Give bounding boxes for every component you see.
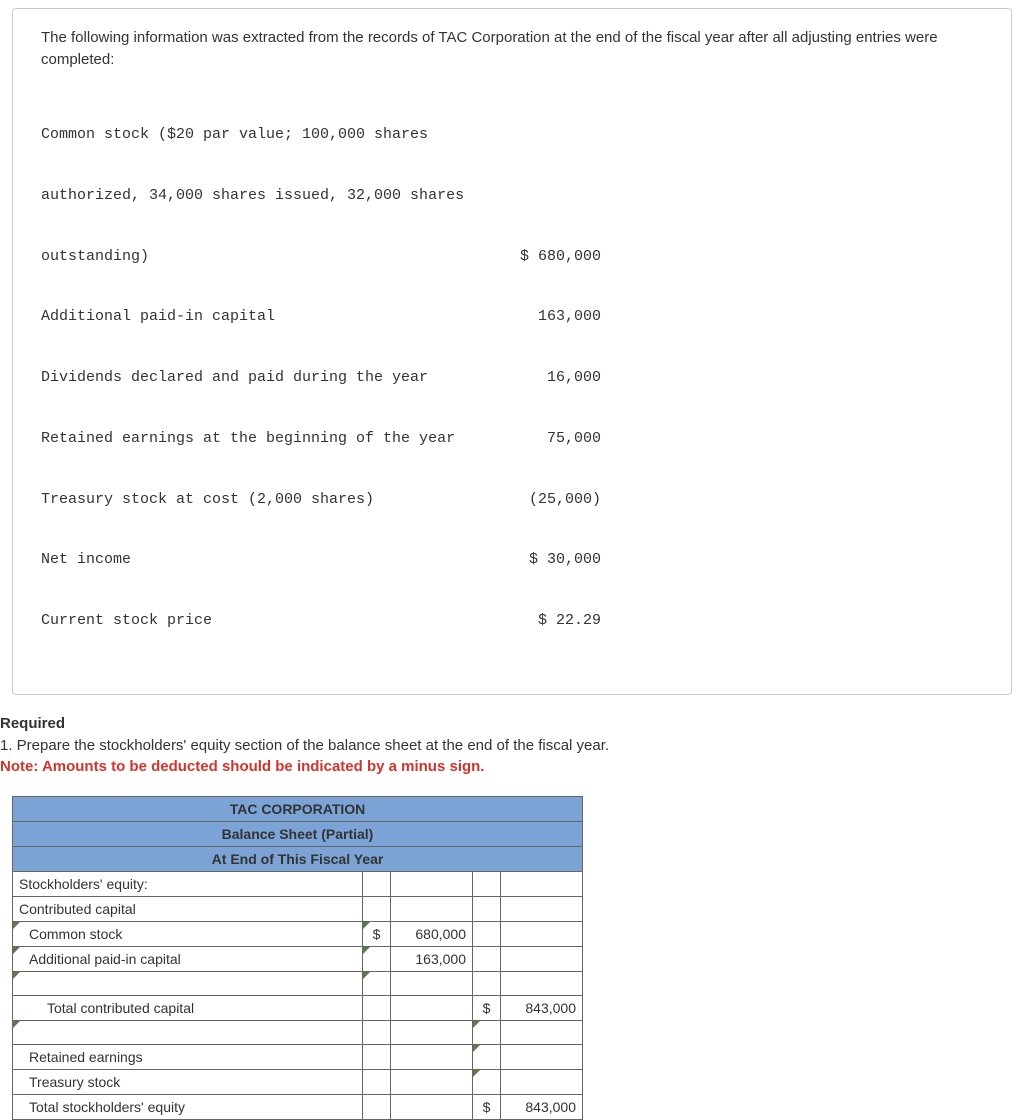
row-total-equity-label: Total stockholders' equity [13, 1095, 363, 1120]
table-row: Additional paid-in capital 163,000 [13, 947, 583, 972]
records-treasury-value: (25,000) [471, 490, 601, 510]
row-common-stock-label[interactable]: Common stock [13, 922, 363, 947]
table-row: Total stockholders' equity $ 843,000 [13, 1095, 583, 1120]
info-card: The following information was extracted … [12, 8, 1012, 695]
table-row: Total contributed capital $ 843,000 [13, 996, 583, 1021]
row-total-equity-val: 843,000 [501, 1095, 583, 1120]
records-re-value: 75,000 [471, 429, 601, 449]
table-row: Common stock $ 680,000 [13, 922, 583, 947]
row-stockholders-equity: Stockholders' equity: [13, 872, 363, 897]
records-div-value: 16,000 [471, 368, 601, 388]
sheet-header-1: TAC CORPORATION [13, 797, 583, 822]
table-row: Treasury stock [13, 1070, 583, 1095]
table-row: Stockholders' equity: [13, 872, 583, 897]
records-cs-line3: outstanding) [41, 247, 471, 267]
records-price-value: $ 22.29 [471, 611, 601, 631]
row-apic-val[interactable]: 163,000 [391, 947, 473, 972]
row-treasury-stock-label: Treasury stock [13, 1070, 363, 1095]
row-blank-2[interactable] [13, 1021, 363, 1045]
balance-sheet-table: TAC CORPORATION Balance Sheet (Partial) … [12, 796, 583, 1120]
sheet-header-3: At End of This Fiscal Year [13, 847, 583, 872]
records-re-label: Retained earnings at the beginning of th… [41, 429, 471, 449]
records-price-label: Current stock price [41, 611, 471, 631]
intro-text: The following information was extracted … [41, 27, 983, 71]
row-apic-label[interactable]: Additional paid-in capital [13, 947, 363, 972]
required-line1: 1. Prepare the stockholders' equity sect… [0, 735, 1012, 757]
records-block: Common stock ($20 par value; 100,000 sha… [41, 85, 983, 672]
records-apic-value: 163,000 [471, 307, 601, 327]
row-total-contributed-val: 843,000 [501, 996, 583, 1021]
records-apic-label: Additional paid-in capital [41, 307, 471, 327]
row-total-equity-sym: $ [473, 1095, 501, 1120]
table-row [13, 972, 583, 996]
row-blank-1[interactable] [13, 972, 363, 996]
records-ni-label: Net income [41, 550, 471, 570]
records-cs-value: $ 680,000 [471, 247, 601, 267]
row-total-contributed-label: Total contributed capital [13, 996, 363, 1021]
required-note: Note: Amounts to be deducted should be i… [0, 756, 1012, 778]
row-retained-earnings-label: Retained earnings [13, 1045, 363, 1070]
row-common-stock-val[interactable]: 680,000 [391, 922, 473, 947]
sheet-header-2: Balance Sheet (Partial) [13, 822, 583, 847]
records-ni-value: $ 30,000 [471, 550, 601, 570]
records-cs-line1: Common stock ($20 par value; 100,000 sha… [41, 125, 983, 145]
row-total-contributed-sym: $ [473, 996, 501, 1021]
balance-sheet-wrap: TAC CORPORATION Balance Sheet (Partial) … [12, 796, 1024, 1120]
row-common-stock-sym[interactable]: $ [363, 922, 391, 947]
table-row: Contributed capital [13, 897, 583, 922]
records-cs-line2: authorized, 34,000 shares issued, 32,000… [41, 186, 983, 206]
records-treasury-label: Treasury stock at cost (2,000 shares) [41, 490, 471, 510]
table-row [13, 1021, 583, 1045]
required-heading: Required [0, 713, 1012, 735]
row-contributed-capital: Contributed capital [13, 897, 363, 922]
table-row: Retained earnings [13, 1045, 583, 1070]
required-section: Required 1. Prepare the stockholders' eq… [0, 713, 1012, 778]
records-div-label: Dividends declared and paid during the y… [41, 368, 471, 388]
